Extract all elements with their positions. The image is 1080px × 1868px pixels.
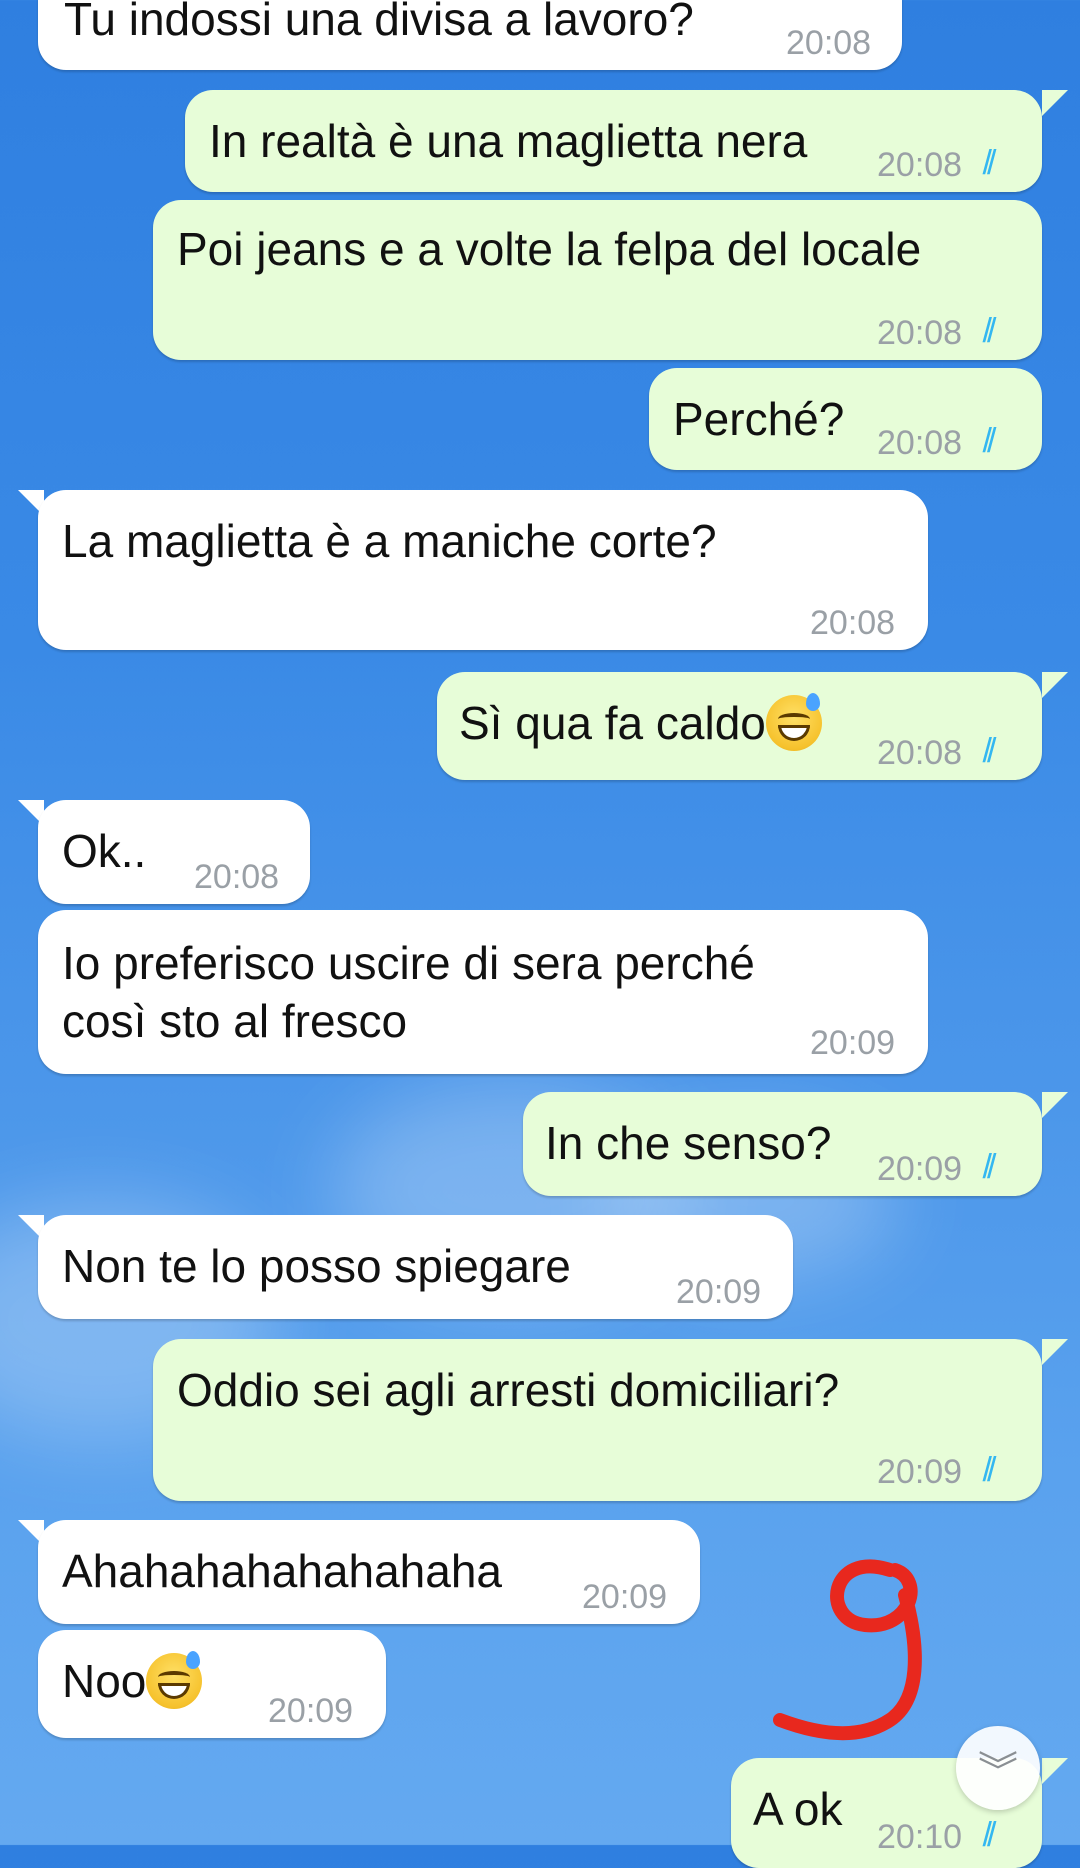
message-outgoing[interactable]: Perché? 20:08 // <box>649 368 1042 470</box>
message-text: In che senso? <box>545 1117 832 1169</box>
message-time: 20:08 <box>877 314 963 352</box>
message-time: 20:08 <box>877 734 963 772</box>
message-time: 20:09 <box>676 1273 762 1311</box>
bubble-tail <box>1042 672 1068 698</box>
message-text: A ok <box>753 1783 843 1835</box>
message-text: Oddio sei agli arresti domiciliari? <box>177 1364 840 1416</box>
message-incoming[interactable]: Io preferisco uscire di sera perché così… <box>38 910 928 1074</box>
red-scribble-annotation <box>773 1559 922 1741</box>
grinning-sweat-emoji-icon <box>146 1651 203 1709</box>
message-text-line2: così sto al fresco <box>62 995 408 1047</box>
message-time: 20:09 <box>877 1150 963 1188</box>
message-text: Noo <box>62 1651 203 1710</box>
message-text-value: Sì qua fa caldo <box>459 697 766 749</box>
message-outgoing[interactable]: In che senso? 20:09 // <box>523 1092 1042 1196</box>
message-text: Ok.. <box>62 825 147 877</box>
bubble-tail <box>1042 1092 1068 1118</box>
message-time: 20:09 <box>810 1024 896 1062</box>
message-time: 20:08 <box>810 604 896 642</box>
message-incoming[interactable]: Tu indossi una divisa a lavoro? 20:08 <box>38 0 902 70</box>
message-time: 20:08 <box>877 146 963 184</box>
bubble-tail <box>1042 90 1068 116</box>
message-text-line1: Io preferisco uscire di sera perché <box>62 937 755 989</box>
grinning-sweat-emoji-icon <box>765 693 822 751</box>
message-text: In realtà è una maglietta nera <box>209 115 808 167</box>
message-text: Sì qua fa caldo <box>459 693 822 752</box>
message-time: 20:09 <box>268 1692 354 1730</box>
message-text: Non te lo posso spiegare <box>62 1240 571 1292</box>
message-outgoing[interactable]: Oddio sei agli arresti domiciliari? 20:0… <box>153 1339 1042 1501</box>
scroll-to-bottom-button[interactable]: ︾ <box>956 1726 1040 1810</box>
double-chevron-down-icon: ︾ <box>978 1750 1018 1794</box>
message-time: 20:10 <box>877 1818 963 1856</box>
message-time: 20:08 <box>877 424 963 462</box>
message-text: La maglietta è a maniche corte? <box>62 515 717 567</box>
message-text: Poi jeans e a volte la felpa del locale <box>177 223 922 275</box>
message-time: 20:09 <box>877 1453 963 1491</box>
message-text: Ahahahahahahahaha <box>62 1545 503 1597</box>
message-time: 20:08 <box>786 24 872 62</box>
message-text: Perché? <box>673 393 845 445</box>
message-outgoing[interactable]: In realtà è una maglietta nera 20:08 // <box>185 90 1042 192</box>
message-text-value: Noo <box>62 1655 147 1707</box>
chat-area: Tu indossi una divisa a lavoro? 20:08 In… <box>0 0 1080 1868</box>
message-incoming[interactable]: Ahahahahahahahaha 20:09 <box>38 1520 700 1624</box>
message-text: Tu indossi una divisa a lavoro? <box>64 0 694 45</box>
bubble-tail <box>1042 1339 1068 1365</box>
message-time: 20:08 <box>194 858 280 896</box>
message-incoming[interactable]: Ok.. 20:08 <box>38 800 310 904</box>
message-incoming[interactable]: Non te lo posso spiegare 20:09 <box>38 1215 793 1319</box>
message-incoming[interactable]: Noo 20:09 <box>38 1630 386 1738</box>
message-outgoing[interactable]: Sì qua fa caldo 20:08 // <box>437 672 1042 780</box>
bubble-tail <box>1042 1758 1068 1784</box>
message-time: 20:09 <box>582 1578 668 1616</box>
message-incoming[interactable]: La maglietta è a maniche corte? 20:08 <box>38 490 928 650</box>
message-outgoing[interactable]: Poi jeans e a volte la felpa del locale … <box>153 200 1042 360</box>
